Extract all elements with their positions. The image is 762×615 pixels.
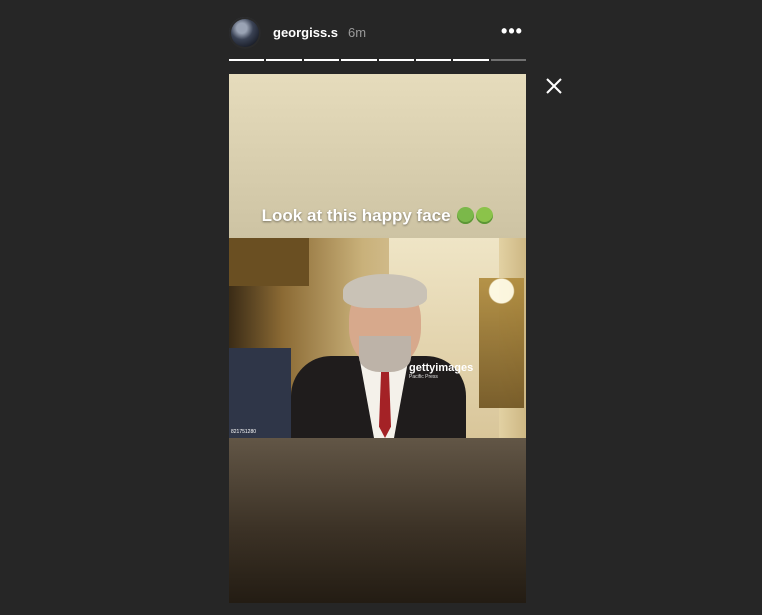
background-person xyxy=(229,348,291,438)
watermark-text: gettyimages xyxy=(409,362,474,374)
nauseated-face-icon xyxy=(457,207,475,224)
watermark-subtext: Pacific Press xyxy=(409,374,438,380)
more-options-icon[interactable]: ••• xyxy=(500,19,524,43)
caption-text: Look at this happy face xyxy=(261,206,451,225)
progress-segment xyxy=(303,59,340,61)
story-progress-bar xyxy=(229,59,526,62)
avatar[interactable] xyxy=(229,17,261,49)
image-id: 821751280 xyxy=(231,429,257,435)
beard xyxy=(359,336,411,372)
story-background-bottom xyxy=(229,438,526,603)
progress-segment xyxy=(490,59,526,61)
progress-segment xyxy=(229,59,265,61)
hair xyxy=(343,274,427,308)
close-icon[interactable] xyxy=(542,74,566,98)
story-header: georgiss.s 6m ••• xyxy=(229,17,526,49)
timestamp: 6m xyxy=(348,25,367,40)
progress-segment xyxy=(378,59,414,61)
story-caption: Look at this happy face xyxy=(229,206,526,226)
candelabra xyxy=(479,278,524,408)
progress-segment xyxy=(266,59,302,61)
username[interactable]: georgiss.s xyxy=(273,25,338,40)
progress-segment xyxy=(453,59,489,61)
progress-segment xyxy=(341,59,377,61)
story-frame[interactable]: Look at this happy face gettyimages Paci… xyxy=(229,74,526,603)
progress-segment xyxy=(415,59,452,61)
story-photo: gettyimages Pacific Press 821751280 xyxy=(229,238,526,438)
getty-watermark: gettyimages Pacific Press xyxy=(409,362,473,380)
painting-frame xyxy=(229,238,309,286)
vomiting-face-icon xyxy=(476,207,494,224)
